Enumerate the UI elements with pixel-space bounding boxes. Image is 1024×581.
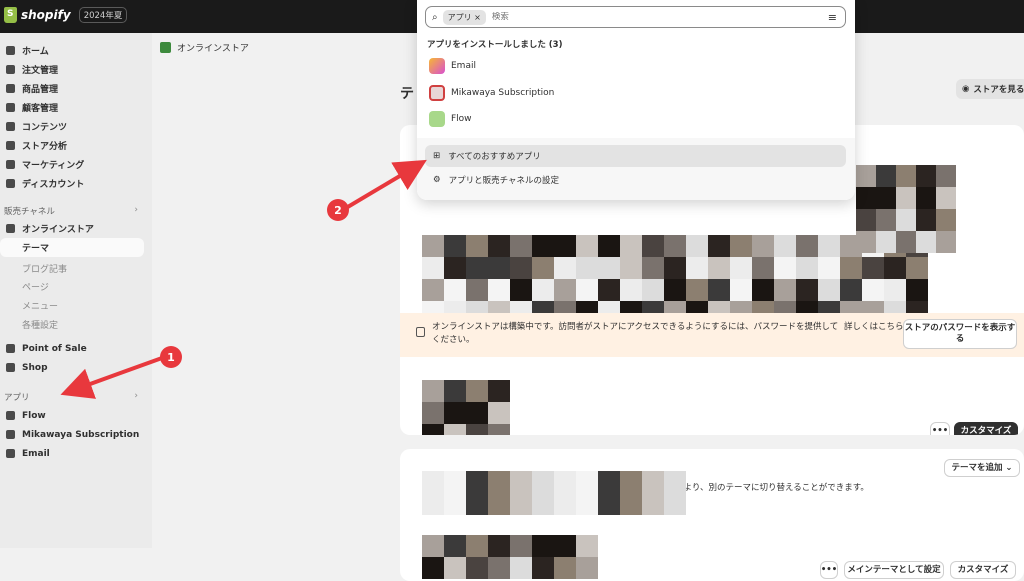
pixel-block bbox=[466, 557, 488, 579]
annotation-number-1: 1 bbox=[160, 346, 182, 368]
pixel-block bbox=[444, 557, 466, 579]
pixel-block bbox=[488, 557, 510, 579]
arrow-to-recommended bbox=[344, 159, 427, 210]
set-main-theme-button[interactable]: メインテーマとして設定 bbox=[844, 561, 944, 579]
pixel-block bbox=[554, 557, 576, 579]
pixel-block bbox=[422, 557, 444, 579]
pixel-block bbox=[576, 557, 598, 579]
customize-button[interactable]: カスタマイズ bbox=[950, 561, 1016, 579]
pixel-block bbox=[510, 557, 532, 579]
annotation-number-2: 2 bbox=[327, 199, 349, 221]
arrow-to-apps bbox=[60, 356, 163, 399]
pixel-block bbox=[532, 557, 554, 579]
more-actions-button[interactable]: ••• bbox=[820, 561, 838, 579]
annotation-arrows bbox=[60, 159, 427, 399]
